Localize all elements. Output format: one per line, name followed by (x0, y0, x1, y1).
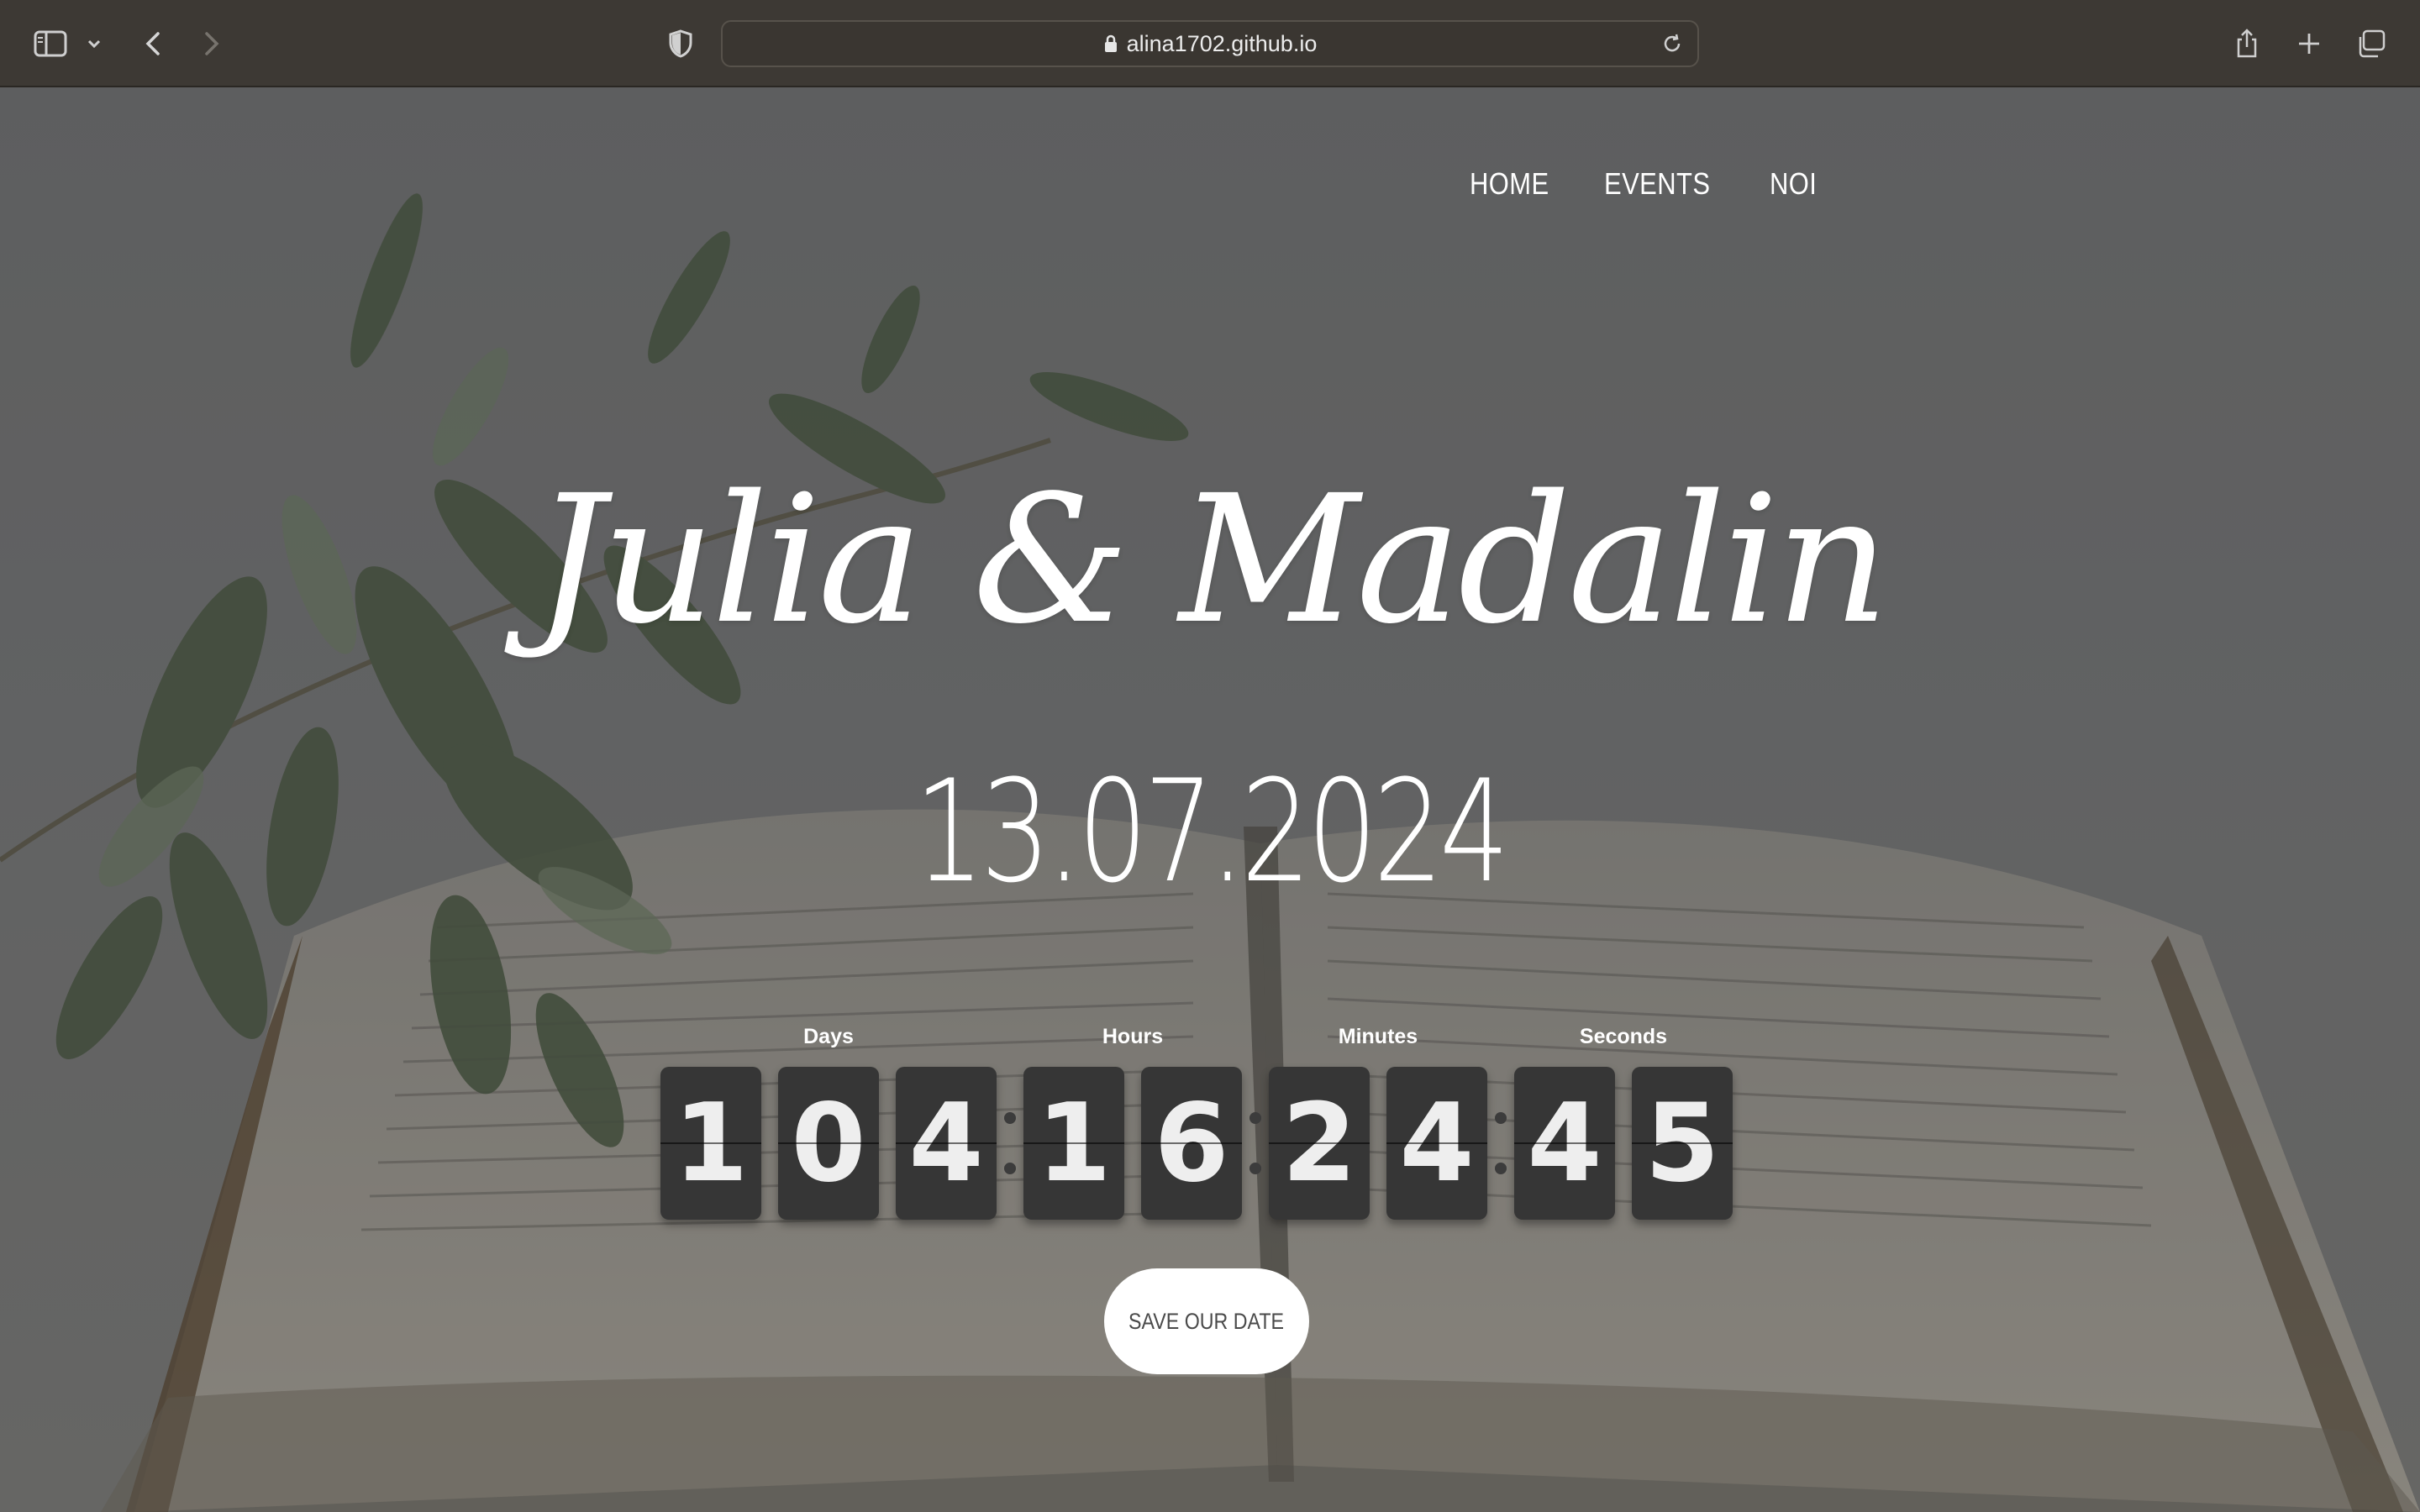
save-our-date-button[interactable]: SAVE OUR DATE (1104, 1268, 1309, 1374)
days-digit: 0 (778, 1067, 879, 1220)
nav-events[interactable]: EVENTS (1604, 166, 1710, 202)
hours-label: Hours (1102, 1025, 1164, 1048)
seconds-digit: 5 (1632, 1067, 1733, 1220)
share-icon[interactable] (2225, 22, 2269, 66)
countdown-separator (1242, 1067, 1269, 1220)
hours-digit: 6 (1141, 1067, 1242, 1220)
couple-names: Julia & Madalin (534, 457, 1890, 663)
browser-toolbar: alina1702.github.io (0, 0, 2420, 87)
url-text: alina1702.github.io (1126, 30, 1318, 56)
days-digit: 4 (896, 1067, 997, 1220)
seconds-digit: 4 (1514, 1067, 1615, 1220)
countdown-separator (997, 1067, 1023, 1220)
countdown-timer: Days 1 0 4 Hours 1 6 Minutes 2 4 Seconds… (660, 1020, 1733, 1220)
days-label: Days (803, 1025, 854, 1048)
minutes-digit: 2 (1269, 1067, 1370, 1220)
nav-noi[interactable]: NOI (1770, 166, 1817, 202)
chevron-down-icon[interactable] (77, 22, 111, 66)
reload-icon[interactable] (1660, 32, 1684, 61)
main-nav: HOME EVENTS NOI (1470, 166, 1825, 202)
wedding-date: 13.07.2024 (0, 749, 2420, 914)
lock-icon (1103, 34, 1118, 54)
nav-home[interactable]: HOME (1470, 166, 1549, 202)
countdown-separator (1487, 1067, 1514, 1220)
countdown-minutes: Minutes 2 4 (1269, 1020, 1487, 1220)
countdown-days: Days 1 0 4 (660, 1020, 997, 1220)
wedding-date-text: 13.07.2024 (914, 749, 1509, 914)
sidebar-icon[interactable] (29, 22, 72, 66)
save-our-date-label: SAVE OUR DATE (1128, 1308, 1285, 1334)
days-digit: 1 (660, 1067, 761, 1220)
hero-section: HOME EVENTS NOI Julia & Madalin 13.07.20… (0, 87, 2420, 1512)
tabs-overview-icon[interactable] (2349, 22, 2393, 66)
hours-digit: 1 (1023, 1067, 1124, 1220)
seconds-label: Seconds (1579, 1025, 1668, 1048)
forward-icon[interactable] (190, 22, 234, 66)
address-bar[interactable]: alina1702.github.io (721, 20, 1699, 67)
new-tab-icon[interactable] (2287, 22, 2331, 66)
minutes-label: Minutes (1338, 1025, 1418, 1048)
shield-icon[interactable] (659, 22, 702, 66)
minutes-digit: 4 (1386, 1067, 1487, 1220)
countdown-hours: Hours 1 6 (1023, 1020, 1242, 1220)
back-icon[interactable] (131, 22, 175, 66)
countdown-seconds: Seconds 4 5 (1514, 1020, 1733, 1220)
